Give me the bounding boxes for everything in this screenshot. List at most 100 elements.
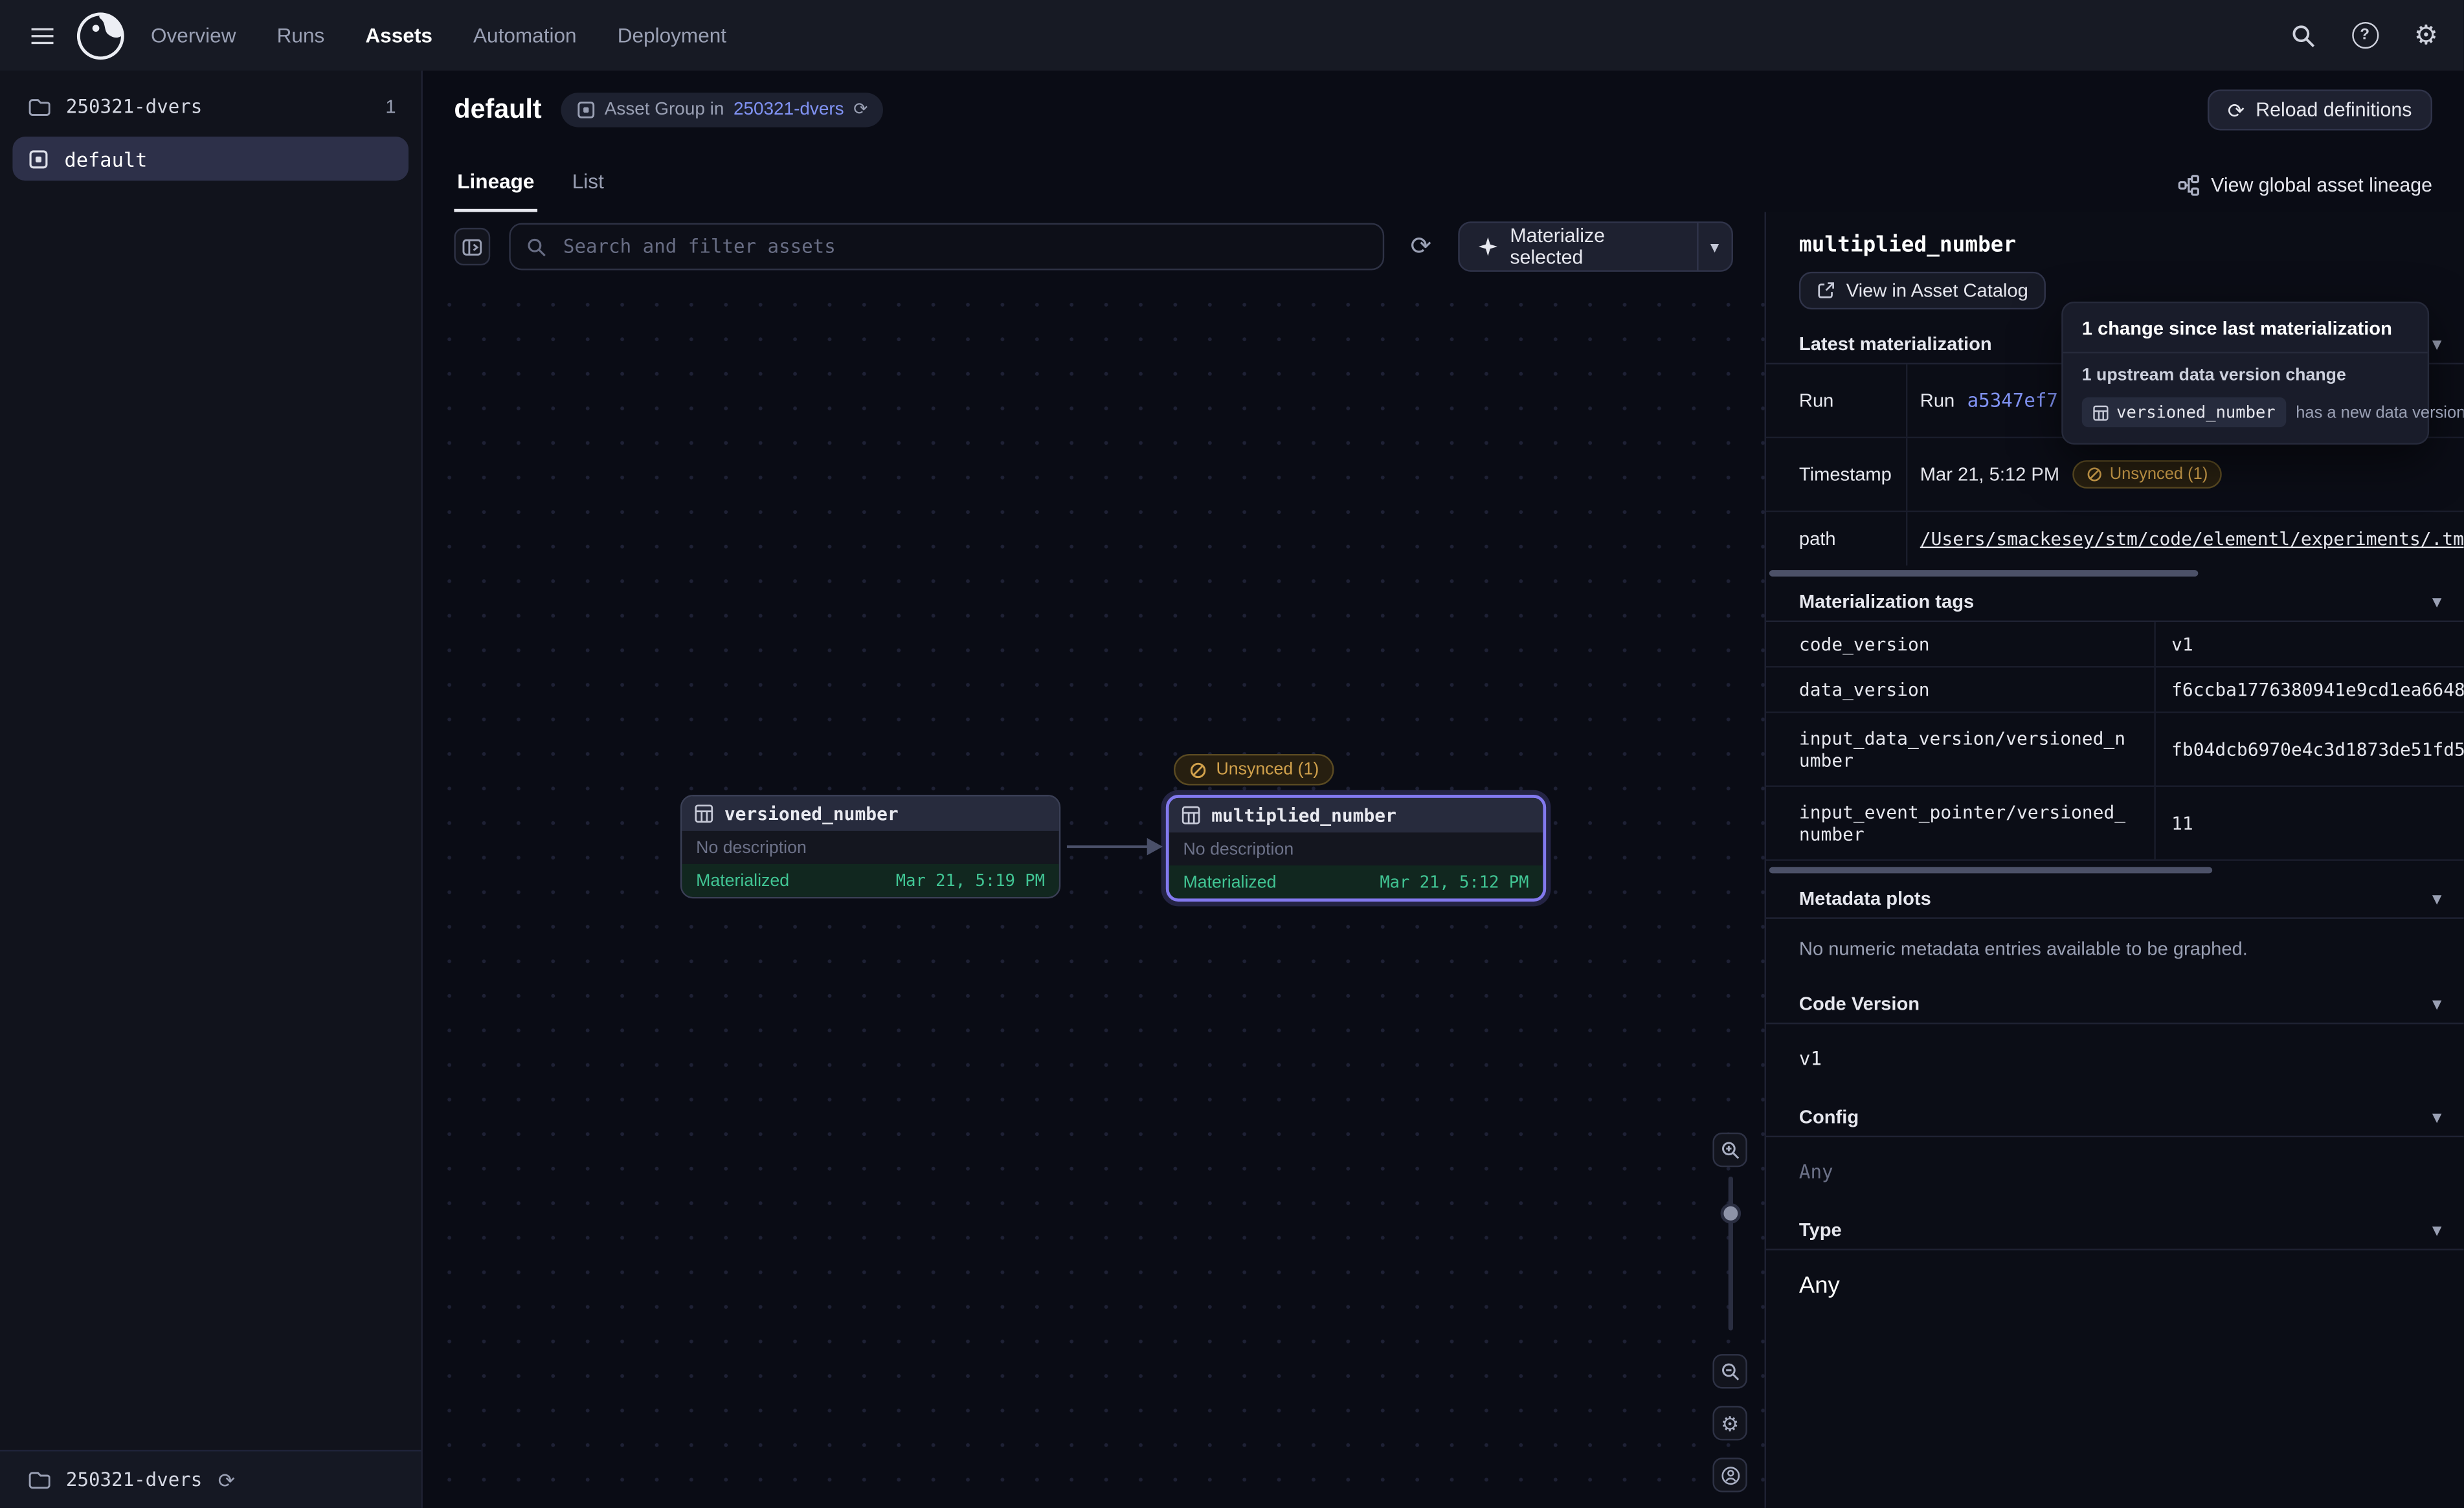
external-link-icon [1817,281,1835,300]
sidebar-group-row[interactable]: 250321-dvers 1 [0,71,421,127]
row-value: Mar 21, 5:12 PM Unsynced (1) [1907,438,2463,511]
unsynced-status-badge: Unsynced (1) [2072,460,2223,489]
feedback-user-icon[interactable] [1712,1458,1747,1492]
zoom-out-icon[interactable] [1712,1354,1747,1388]
nav-item-assets[interactable]: Assets [365,23,432,47]
section-title: Code Version [1799,993,1920,1015]
node-header: versioned_number [682,796,1058,830]
collapse-panel-icon[interactable] [454,228,491,265]
chevron-down-icon[interactable]: ▾ [2432,1219,2442,1241]
nav-item-runs[interactable]: Runs [277,23,325,47]
changes-since-materialization-popup: 1 change since last materialization 1 up… [2061,302,2429,445]
sidebar-item-default[interactable]: default [12,137,409,181]
materialize-dropdown-caret[interactable]: ▾ [1696,223,1731,271]
page-title: default [454,94,541,126]
materialization-path-link[interactable]: /Users/smackesey/stm/code/elementl/exper… [1920,527,2464,549]
node-name: multiplied_number [1211,804,1396,826]
metadata-plots-empty-text: No numeric metadata entries available to… [1766,919,2464,960]
asset-node-multiplied-number[interactable]: multiplied_number No description Materia… [1166,795,1546,902]
tab-list[interactable]: List [569,170,607,212]
nav-item-overview[interactable]: Overview [151,23,236,47]
zoom-slider-track[interactable] [1729,1177,1733,1331]
folder-icon [28,1470,50,1489]
section-title: Config [1799,1106,1859,1128]
materialize-main[interactable]: Materialize selected [1460,223,1697,271]
row-value: /Users/smackesey/stm/code/elementl/exper… [1907,512,2463,566]
unsynced-badge-label: Unsynced (1) [2110,465,2208,483]
timestamp-value: Mar 21, 5:12 PM [1920,463,2059,485]
global-link-label: View global asset lineage [2211,174,2432,196]
settings-gear-icon[interactable]: ⚙ [2410,19,2442,51]
chevron-down-icon[interactable]: ▾ [2432,1106,2442,1128]
lineage-graph-canvas[interactable]: Unsynced (1) versioned_number No descrip… [423,281,1765,1507]
chevron-down-icon[interactable]: ▾ [2432,333,2442,355]
refresh-icon[interactable]: ⟳ [1402,228,1439,265]
node-name: versioned_number [724,803,899,825]
section-title: Metadata plots [1799,887,1931,909]
chevron-down-icon[interactable]: ▾ [2432,591,2442,613]
search-icon [527,236,548,257]
chevron-down-icon[interactable]: ▾ [2432,993,2442,1015]
materialize-selected-button[interactable]: Materialize selected ▾ [1458,221,1733,272]
reload-definitions-button[interactable]: ⟳ Reload definitions [2207,89,2432,130]
asset-group-icon [28,148,49,169]
reload-icon: ⟳ [2228,100,2245,120]
node-timestamp: Mar 21, 5:12 PM [1380,872,1529,891]
unsynced-badge-label: Unsynced (1) [1216,760,1319,779]
tag-key: code_version [1766,622,2156,666]
sidebar-footer[interactable]: 250321-dvers ⟳ [0,1450,421,1508]
canvas-settings-gear-icon[interactable]: ⚙ [1712,1406,1747,1440]
asset-group-badge: Asset Group in 250321-dvers ⟳ [561,93,884,127]
tab-lineage[interactable]: Lineage [454,170,537,212]
page-header: default Asset Group in 250321-dvers ⟳ ⟳ … [423,71,2464,149]
zoom-in-icon[interactable] [1712,1133,1747,1167]
badge-group-link[interactable]: 250321-dvers [734,100,844,119]
asset-chip[interactable]: versioned_number [2082,397,2287,427]
asset-detail-panel: multiplied_number View in Asset Catalog … [1765,212,2464,1508]
run-id-link[interactable]: a5347ef7 [1967,390,2058,412]
primary-nav: Overview Runs Assets Automation Deployme… [151,23,726,47]
node-status: Materialized [1183,872,1277,891]
horizontal-scrollbar[interactable] [1769,570,2199,577]
popup-subtitle: 1 upstream data version change [2063,353,2428,388]
node-footer: Materialized Mar 21, 5:19 PM [682,864,1058,897]
tag-key: input_event_pointer/versioned_number [1766,787,2156,859]
tag-value: v1 [2156,622,2464,666]
materialize-sparkle-icon [1479,237,1497,256]
view-global-asset-lineage-link[interactable]: View global asset lineage [2178,174,2432,212]
section-title: Materialization tags [1799,591,1974,613]
chevron-down-icon[interactable]: ▾ [2432,887,2442,909]
code-version-value: v1 [1766,1024,2464,1069]
app-root: Overview Runs Assets Automation Deployme… [0,0,2464,1508]
sync-icon[interactable]: ⟳ [853,102,868,119]
lineage-toolbar: ⟳ Materialize selected ▾ [423,212,1765,282]
section-title: Latest materialization [1799,333,1992,355]
row-timestamp: Timestamp Mar 21, 5:12 PM Unsynced (1) [1766,438,2464,512]
row-label: path [1766,512,1907,566]
section-code-version: Code Version ▾ [1766,985,2464,1025]
search-icon[interactable] [2288,19,2320,51]
view-in-asset-catalog-button[interactable]: View in Asset Catalog [1799,272,2046,309]
search-input[interactable] [560,234,1366,260]
nav-item-automation[interactable]: Automation [473,23,577,47]
nav-right-icons: ? ⚙ [2288,19,2442,51]
badge-prefix-text: Asset Group in [605,100,724,119]
asset-node-versioned-number[interactable]: versioned_number No description Material… [680,795,1060,898]
nav-item-deployment[interactable]: Deployment [618,23,726,47]
materialize-label: Materialize selected [1510,225,1677,269]
help-icon[interactable]: ? [2349,19,2380,51]
node-footer: Materialized Mar 21, 5:12 PM [1169,865,1543,898]
menu-icon[interactable] [22,15,63,56]
row-label: Timestamp [1766,438,1907,511]
tag-key: input_data_version/versioned_number [1766,713,2156,786]
zoom-slider-thumb[interactable] [1721,1203,1742,1224]
tag-row: input_event_pointer/versioned_number 11 [1766,787,2464,861]
reload-button-label: Reload definitions [2256,99,2412,121]
popup-title: 1 change since last materialization [2063,303,2428,353]
horizontal-scrollbar[interactable] [1769,867,2212,874]
tag-value: f6ccba1776380941e9cd1ea66481d [2156,667,2464,711]
section-metadata-plots: Metadata plots ▾ [1766,880,2464,919]
sync-icon[interactable]: ⟳ [218,1469,235,1490]
node-header: multiplied_number [1169,798,1543,832]
caret-down-icon: ▾ [1710,236,1719,257]
